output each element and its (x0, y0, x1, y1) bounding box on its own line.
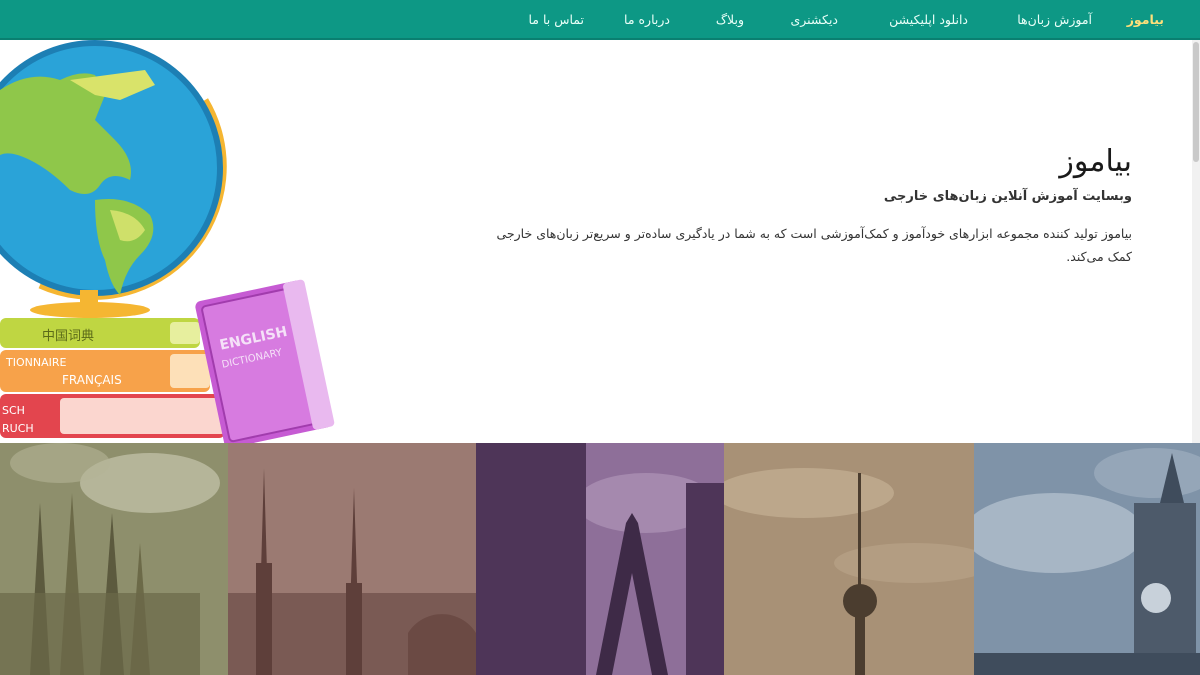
nav-item-blog[interactable]: وبلاگ (716, 12, 744, 27)
tile-sagrada-familia[interactable] (0, 443, 228, 675)
nav-item-dictionary[interactable]: دیکشنری (790, 12, 838, 27)
nav-item-about[interactable]: درباره ما (624, 12, 670, 27)
svg-text:SCH: SCH (2, 404, 25, 417)
globe-books-illustration: 中国词典 TIONNAIRE FRANÇAIS SCH RUCH ENGLISH… (0, 40, 335, 443)
hero-title: بیاموز (1059, 144, 1132, 179)
top-nav: بیاموز آموزش زبان‌ها دانلود اپلیکیشن دیک… (0, 0, 1200, 40)
nav-item-download-app[interactable]: دانلود اپلیکیشن (889, 12, 968, 27)
svg-text:FRANÇAIS: FRANÇAIS (62, 373, 122, 387)
svg-text:RUCH: RUCH (2, 422, 34, 435)
hero-description: بیاموز تولید کننده مجموعه ابزارهای خودآم… (496, 226, 1133, 264)
nav-item-contact[interactable]: تماس با ما (528, 12, 584, 27)
nav-item-languages[interactable]: آموزش زبان‌ها (1017, 12, 1092, 27)
scrollbar-thumb[interactable] (1193, 42, 1199, 162)
svg-text:TIONNAIRE: TIONNAIRE (5, 356, 66, 369)
tile-istanbul-mosque[interactable] (228, 443, 476, 675)
tile-eiffel-tower[interactable] (476, 443, 724, 675)
hero-text: بیاموز وبسایت آموزش آنلاین زبان‌های خارج… (472, 144, 1133, 268)
tile-berlin-tv-tower[interactable] (724, 443, 974, 675)
svg-text:中国词典: 中国词典 (42, 329, 94, 344)
hero-section: 中国词典 TIONNAIRE FRANÇAIS SCH RUCH ENGLISH… (0, 40, 1192, 443)
hero-subtitle: وبسایت آموزش آنلاین زبان‌های خارجی (883, 189, 1132, 204)
landmark-gallery (0, 443, 1200, 675)
nav-brand-link[interactable]: بیاموز (1127, 12, 1164, 27)
tile-big-ben[interactable] (974, 443, 1200, 675)
page-scrollbar[interactable] (1192, 40, 1200, 443)
